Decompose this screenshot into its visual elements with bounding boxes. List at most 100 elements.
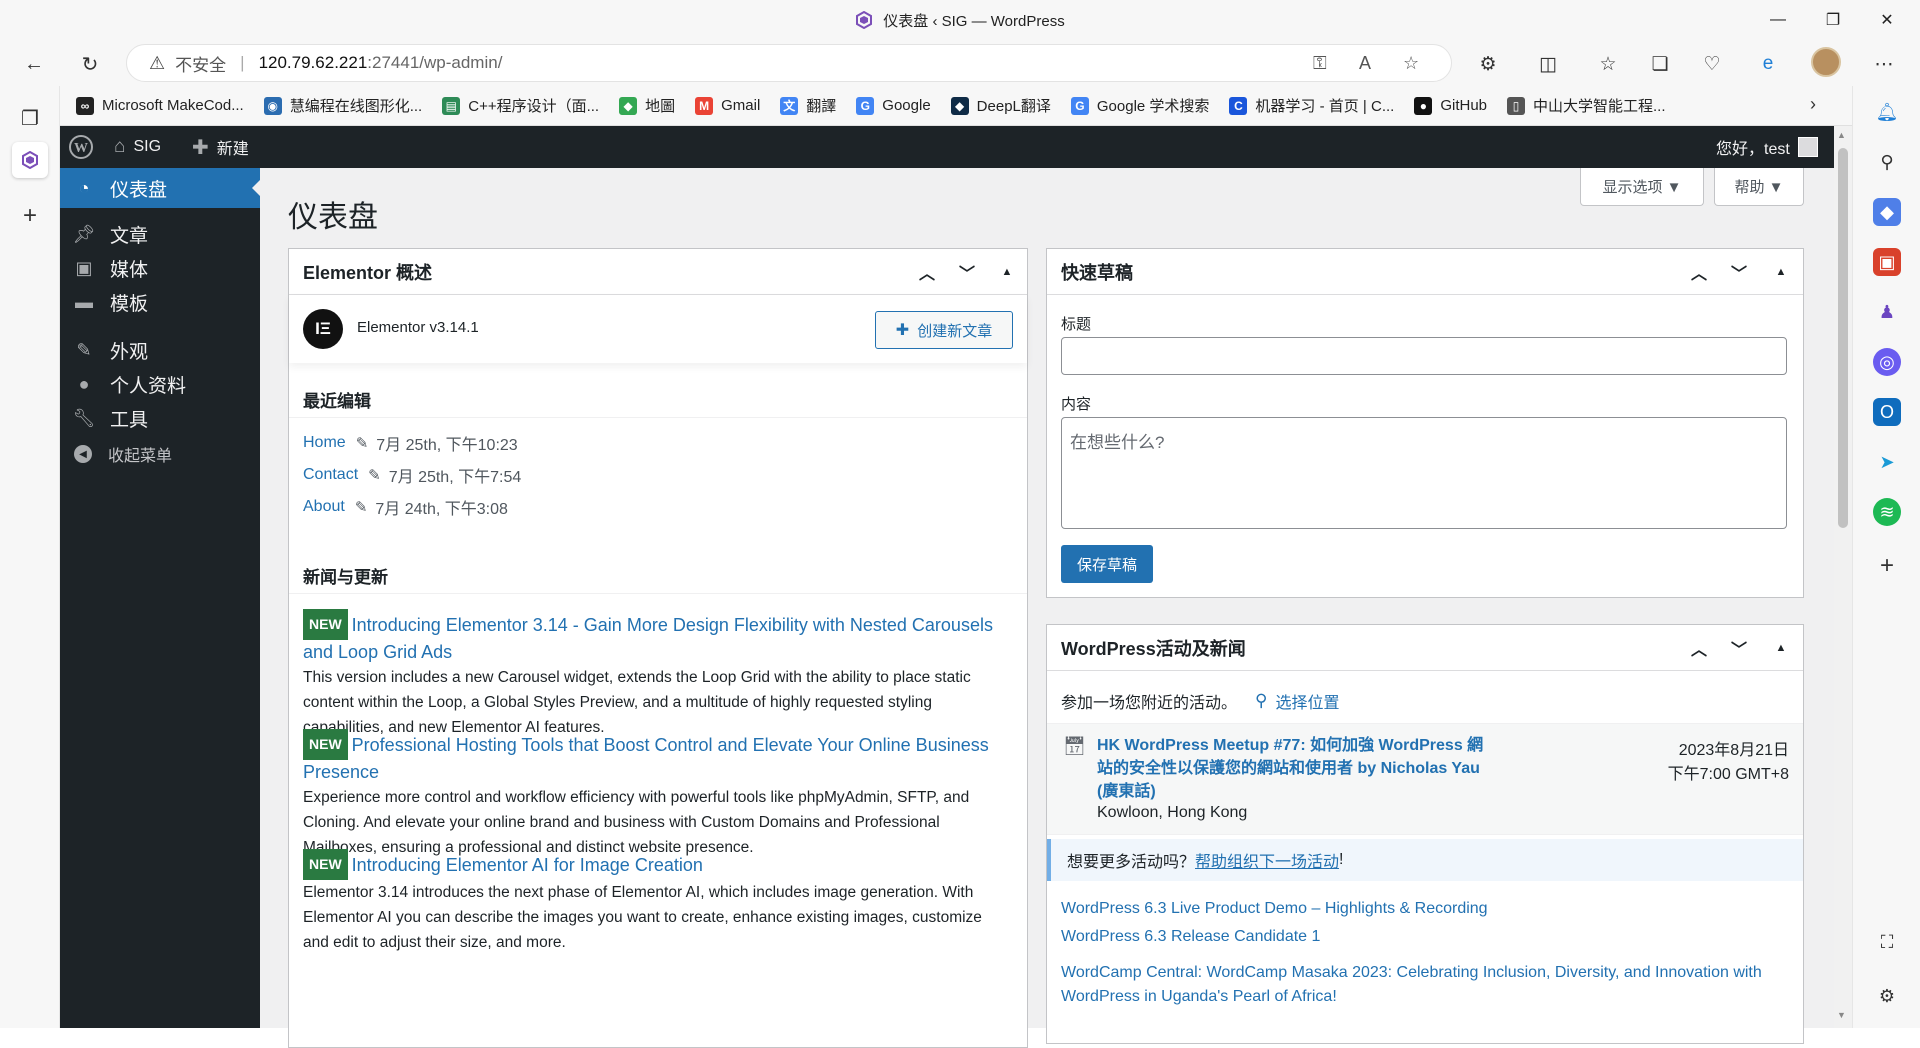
key-icon[interactable]: ⚿ (1313, 53, 1327, 74)
bookmark-item[interactable]: G Google 学术搜索 (1070, 95, 1209, 116)
news-title-link[interactable]: Introducing Elementor AI for Image Creat… (352, 855, 703, 875)
wp-news-link[interactable]: WordPress 6.3 Live Product Demo – Highli… (1061, 897, 1791, 921)
toolbox-icon[interactable]: ▣ (1873, 248, 1901, 276)
send-icon[interactable]: ➤ (1873, 448, 1901, 476)
split-screen-icon[interactable]: ◫ (1532, 48, 1564, 80)
news-description: Elementor 3.14 introduces the next phase… (303, 884, 982, 951)
mblock-icon: ◉ (263, 96, 282, 115)
sidebar-item-6[interactable]: 🔧︎ 工具 (60, 398, 260, 438)
sidebar-item-0[interactable]: ◔ 仪表盘 (60, 168, 260, 208)
minimize-button[interactable]: — (1753, 0, 1803, 40)
address-bar[interactable]: ⚠ 不安全 | 120.79.62.221:27441/wp-admin/ ⚿ … (126, 44, 1452, 82)
organize-event-link[interactable]: 帮助组织下一场活动 (1195, 848, 1339, 872)
more-bookmarks-icon[interactable]: › (1810, 94, 1816, 115)
screen-options-button[interactable]: 显示选项 ▼ (1580, 168, 1704, 206)
recent-edit-link[interactable]: Home (303, 434, 346, 452)
outlook-icon[interactable]: O (1873, 398, 1901, 426)
toggle-panel-icon[interactable]: ▲ (1763, 625, 1799, 671)
bookmark-item[interactable]: ◆ 地圖 (619, 95, 675, 116)
move-down-icon[interactable]: ﹀ (1721, 625, 1757, 671)
copilot-icon[interactable]: ◎ (1873, 348, 1901, 376)
move-down-icon[interactable]: ﹀ (1721, 249, 1757, 295)
bookmark-item[interactable]: ◉ 慧编程在线图形化... (263, 95, 422, 116)
page-scrollbar[interactable]: ▲ ▼ (1834, 126, 1852, 1028)
sidebar-item-label: 收起菜单 (108, 448, 173, 465)
save-draft-button[interactable]: 保存草稿 (1061, 545, 1153, 583)
avatar[interactable] (1810, 46, 1842, 78)
health-icon[interactable]: ♡ (1696, 48, 1728, 80)
scroll-up-icon[interactable]: ▲ (1837, 130, 1846, 140)
refresh-button[interactable]: ↻ (72, 46, 108, 82)
settings-gear-icon[interactable]: ⚙ (1873, 982, 1901, 1010)
sidebar-item-7[interactable]: ◀ 收起菜单 (60, 434, 260, 474)
event-row: 📅︎ HK WordPress Meetup #77: 如何加強 WordPre… (1047, 723, 1803, 835)
screenshot-icon[interactable]: ⛶ (1873, 928, 1901, 956)
recent-edit-link[interactable]: Contact (303, 466, 358, 484)
new-tab-icon[interactable]: + (12, 198, 48, 234)
bookmark-item[interactable]: ◆ DeepL翻译 (950, 95, 1051, 116)
bell-icon[interactable]: 🔔︎ (1873, 98, 1901, 126)
bookmark-item[interactable]: ▤ C++程序设计（面... (442, 95, 599, 116)
toggle-panel-icon[interactable]: ▲ (989, 249, 1025, 295)
move-up-icon[interactable]: ︿ (1681, 249, 1717, 295)
draft-title-input[interactable] (1061, 337, 1787, 375)
sidebar-item-3[interactable]: ▬ 模板 (60, 282, 260, 322)
select-location-link[interactable]: 选择位置 (1275, 689, 1339, 713)
extensions-icon[interactable]: ⚙ (1472, 48, 1504, 80)
bookmark-item[interactable]: M Gmail (695, 96, 760, 115)
read-aloud-icon[interactable]: A (1359, 53, 1371, 74)
collections-icon[interactable]: ❏ (1644, 48, 1676, 80)
bookmark-item[interactable]: ● GitHub (1414, 96, 1487, 115)
bookmark-item[interactable]: ▯ 中山大学智能工程... (1507, 95, 1666, 116)
new-content-link[interactable]: ✚ 新建 (192, 126, 249, 168)
url-host: 120.79.62.221 (258, 53, 368, 72)
recent-edit-date: 7月 25th, 下午10:23 (376, 437, 518, 454)
scrollbar-thumb[interactable] (1838, 148, 1848, 528)
search-icon[interactable]: ⚲ (1873, 148, 1901, 176)
recent-edit-row: Contact ✎ 7月 25th, 下午7:54 (303, 463, 521, 487)
favorites-icon[interactable]: ☆ (1592, 48, 1624, 80)
move-up-icon[interactable]: ︿ (909, 249, 945, 295)
scroll-down-icon[interactable]: ▼ (1837, 1010, 1846, 1020)
tab-actions-icon[interactable]: ❐ (12, 100, 48, 136)
help-button[interactable]: 帮助 ▼ (1714, 168, 1804, 206)
site-name-link[interactable]: ⌂ SIG (114, 126, 161, 168)
edge-icon[interactable]: e (1752, 48, 1784, 80)
wp-news-link[interactable]: WordCamp Central: WordCamp Masaka 2023: … (1061, 961, 1791, 1009)
add-sidebar-icon[interactable]: + (1873, 552, 1901, 580)
event-title-link[interactable]: HK WordPress Meetup #77: 如何加強 WordPress … (1097, 734, 1497, 803)
user-icon: ● (78, 373, 90, 394)
back-button[interactable]: ← (16, 46, 52, 82)
games-icon[interactable]: ♟ (1873, 298, 1901, 326)
wp-news-link[interactable]: WordPress 6.3 Release Candidate 1 (1061, 925, 1791, 949)
new-label: 新建 (216, 141, 249, 158)
draft-content-textarea[interactable]: 在想些什么? (1061, 417, 1787, 529)
elementor-tab-icon[interactable] (12, 142, 48, 178)
news-title-link[interactable]: Professional Hosting Tools that Boost Co… (303, 735, 989, 782)
maximize-button[interactable]: ❐ (1808, 0, 1858, 40)
more-menu-icon[interactable]: ⋯ (1868, 48, 1900, 80)
toggle-panel-icon[interactable]: ▲ (1763, 249, 1799, 295)
bookmark-item[interactable]: ∞ Microsoft MakeCod... (76, 96, 244, 115)
widget-title: Elementor 概述 (303, 262, 433, 283)
attend-row: 参加一场您附近的活动。 ⚲ 选择位置 (1061, 689, 1339, 713)
recent-edit-link[interactable]: About (303, 498, 345, 516)
bookmark-item[interactable]: 文翻譯 (780, 95, 836, 116)
recent-edit-date: 7月 24th, 下午3:08 (375, 501, 508, 518)
account-menu[interactable]: 您好，test (1716, 126, 1818, 168)
wordpress-logo-icon[interactable]: W (68, 126, 94, 168)
bookmark-item[interactable]: G Google (856, 96, 931, 115)
news-title-link[interactable]: Introducing Elementor 3.14 - Gain More D… (303, 615, 993, 662)
favorite-star-icon[interactable]: ☆ (1403, 53, 1419, 74)
book-icon: ▤ (442, 96, 461, 115)
create-new-post-button[interactable]: ✚ 创建新文章 (875, 311, 1013, 349)
move-down-icon[interactable]: ﹀ (949, 249, 985, 295)
tag-icon[interactable]: ◆ (1873, 198, 1901, 226)
bookmark-item[interactable]: C 机器学习 - 首页 | C... (1229, 95, 1394, 116)
spotify-icon[interactable]: ≋ (1873, 498, 1901, 526)
browser-right-sidebar: 🔔︎ ⚲ ◆ ▣ ♟ ◎ O ➤ ≋ + ⛶ ⚙ (1852, 86, 1920, 1028)
move-up-icon[interactable]: ︿ (1681, 625, 1717, 671)
recent-edit-date: 7月 25th, 下午7:54 (388, 469, 522, 486)
close-window-button[interactable]: ✕ (1862, 0, 1912, 40)
greeting: 您好，test (1716, 141, 1790, 158)
